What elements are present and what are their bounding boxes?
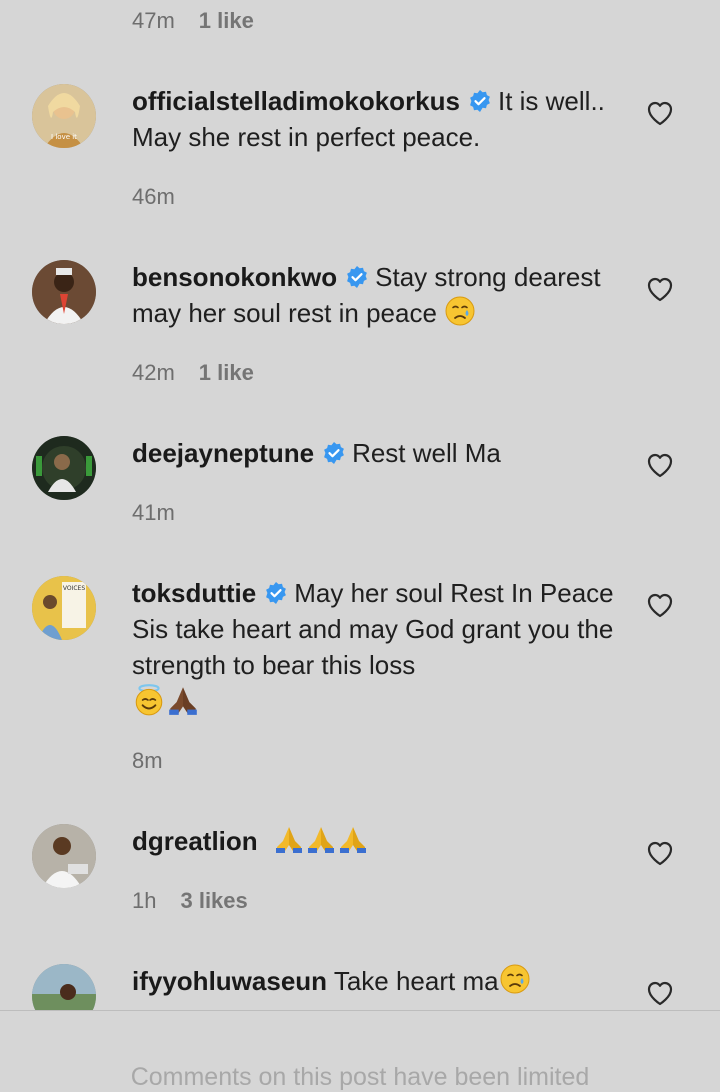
comment-time: 47m [132,8,175,33]
heart-icon[interactable] [646,840,674,866]
comment-username[interactable]: ifyyohluwaseun [132,966,327,996]
comment-body: deejayneptune Rest well Ma [132,435,622,471]
comment-username[interactable]: bensonokonkwo [132,262,337,292]
praying-hands-icon [166,683,200,717]
comment-text: Take heart ma [333,966,499,996]
comment-meta-top: 47m 1 like [132,8,254,34]
avatar[interactable] [32,824,96,888]
comment-meta: 46m [132,184,199,210]
svg-text:VOICES: VOICES [63,585,85,592]
verified-badge-icon [345,265,369,289]
verified-badge-icon [468,89,492,113]
svg-text:I love it: I love it [51,133,77,141]
avatar[interactable]: VOICES [32,576,96,640]
comment-username[interactable]: officialstelladimokokorkus [132,86,460,116]
comment-likes[interactable]: 1 like [199,8,254,34]
comments-limited-notice: Comments on this post have been limited [130,1063,590,1091]
avatar[interactable]: I love it [32,84,96,148]
comment-body: officialstelladimokokorkus It is well.. M… [132,83,622,155]
comment-time: 1h [132,888,157,913]
comment-body: dgreatlion [132,823,622,859]
comment-body: bensonokonkwo Stay strong dearest may her… [132,259,622,331]
comment-text: Rest well Ma [352,438,501,468]
praying-hands-icon [305,823,337,855]
comment-time: 46m [132,184,175,209]
comment-time: 41m [132,500,175,525]
heart-icon[interactable] [646,592,674,618]
comment-body: ifyyohluwaseun Take heart ma [132,963,622,999]
comment-username[interactable]: dgreatlion [132,826,258,856]
heart-icon[interactable] [646,100,674,126]
heart-icon[interactable] [646,276,674,302]
comment-meta: 1h 3 likes [132,888,248,914]
heart-icon[interactable] [646,980,674,1006]
comment-meta: 42m 1 like [132,360,254,386]
smiling-face-with-halo-icon [132,683,166,717]
comment-meta: 41m [132,500,175,526]
comments-limited-bar: Comments on this post have been limited [0,1010,720,1091]
comment-time: 42m [132,360,175,385]
comment-body: toksduttie May her soul Rest In Peace Sis… [132,575,622,721]
comment-username[interactable]: toksduttie [132,578,256,608]
comment-username[interactable]: deejayneptune [132,438,314,468]
heart-icon[interactable] [646,452,674,478]
comment-likes[interactable]: 1 like [199,360,254,386]
verified-badge-icon [264,581,288,605]
praying-hands-icon [337,823,369,855]
avatar[interactable] [32,260,96,324]
comment-meta: 8m [132,748,163,774]
crying-face-icon [499,963,531,995]
comment-likes[interactable]: 3 likes [180,888,247,914]
praying-hands-icon [273,823,305,855]
verified-badge-icon [322,441,346,465]
comment-time: 8m [132,748,163,773]
crying-face-icon [444,295,476,327]
avatar[interactable] [32,436,96,500]
